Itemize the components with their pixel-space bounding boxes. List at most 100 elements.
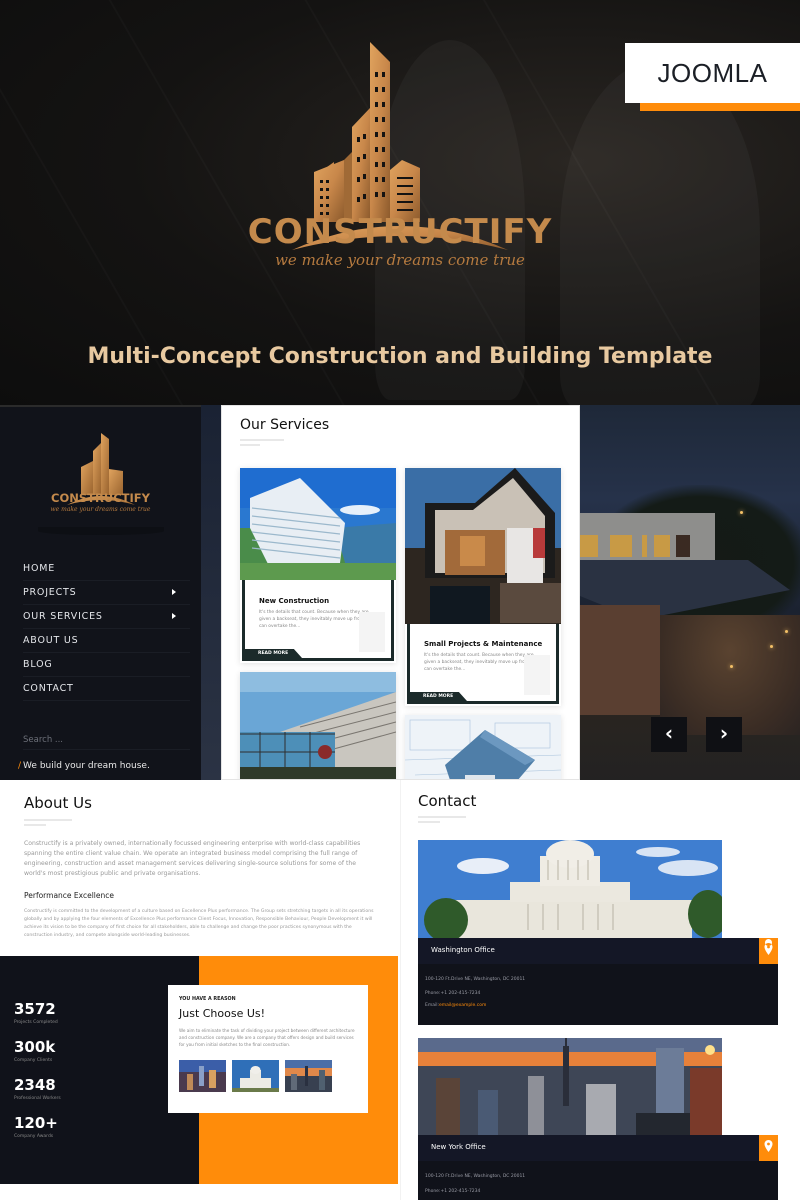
slide-window	[610, 535, 632, 557]
slide-light	[740, 511, 743, 514]
slide-light	[770, 645, 773, 648]
service-title: New Construction	[259, 597, 330, 605]
stat-value: 2348	[14, 1076, 56, 1094]
office-email-line: Email:email@example.com	[425, 1003, 486, 1008]
gallery-thumbnail[interactable]	[179, 1060, 226, 1092]
nav-item-label: BLOG	[23, 659, 53, 670]
platform-badge: JOOMLA	[625, 43, 800, 103]
slogan-text: We build your dream house.	[23, 761, 150, 771]
office-details: 100-120 Ft.Drive NE, Washington, DC 2001…	[418, 1161, 778, 1200]
gallery-thumbnail[interactable]	[232, 1060, 279, 1092]
stat-item: 2348 Professional Workers	[14, 1076, 61, 1101]
about-paragraph: Constructify is a privately owned, inter…	[24, 840, 361, 877]
office-image	[418, 840, 722, 938]
contact-title: Contact	[418, 792, 477, 810]
decorative-block	[359, 612, 385, 652]
nav-item-label: OUR SERVICES	[23, 611, 103, 622]
service-card[interactable]	[405, 715, 561, 779]
sidebar-tagline: we make your dreams come true	[50, 506, 151, 513]
about-section: About Us Constructify is a privately own…	[0, 780, 400, 955]
map-pin-icon[interactable]	[759, 938, 778, 964]
choose-title: Just Choose Us!	[179, 1007, 266, 1020]
office-details: 100-120 Ft.Drive NE, Washington, DC 2001…	[418, 964, 778, 1025]
nav-item-blog[interactable]: BLOG	[23, 653, 190, 677]
sidebar: CONSTRUCTIFY we make your dreams come tr…	[0, 405, 201, 780]
main-nav: HOME PROJECTS OUR SERVICES ABOUT US BLOG…	[23, 557, 190, 701]
office-header: Washington Office	[418, 938, 778, 964]
gallery-thumbnail[interactable]	[285, 1060, 332, 1092]
submenu-caret-icon[interactable]	[172, 589, 176, 595]
sidebar-brand-name: CONSTRUCTIFY	[51, 491, 150, 505]
service-card-body: Small Projects & Maintenance It's the de…	[407, 624, 559, 704]
badge-accent-bar	[640, 103, 800, 111]
stat-item: 3572 Projects Completed	[14, 1000, 58, 1025]
service-image	[405, 468, 561, 624]
stat-label: Professional Workers	[14, 1096, 61, 1101]
read-more-button[interactable]: READ MORE	[244, 649, 302, 658]
nav-item-label: ABOUT US	[23, 635, 79, 646]
hero-brand-name: CONSTRUCTIFY	[247, 212, 553, 252]
slide-window	[642, 535, 647, 557]
slide-light	[730, 665, 733, 668]
stat-value: 3572	[14, 1000, 56, 1018]
hero-banner: CONSTRUCTIFY we make your dreams come tr…	[0, 0, 800, 405]
office-address: 100-120 Ft.Drive NE, Washington, DC 2001…	[425, 977, 526, 982]
service-card-body: New Construction It's the details that c…	[242, 580, 394, 661]
slide-window	[676, 535, 690, 557]
hero-tagline: we make your dreams come true	[275, 251, 525, 269]
office-email-link[interactable]: email@example.com	[439, 1003, 486, 1008]
service-card[interactable]	[240, 672, 396, 779]
read-more-button[interactable]: READ MORE	[409, 692, 467, 701]
nav-item-projects[interactable]: PROJECTS	[23, 581, 190, 605]
platform-badge-label: JOOMLA	[657, 58, 768, 88]
choose-kicker: YOU HAVE A REASON	[179, 997, 236, 1002]
slider-prev-button[interactable]: ‹	[651, 717, 687, 752]
stat-item: 120+ Company Awards	[14, 1114, 58, 1139]
slider-next-button[interactable]: ›	[706, 717, 742, 752]
slide-light	[785, 630, 788, 633]
stat-value: 120+	[14, 1114, 58, 1132]
office-name: Washington Office	[431, 946, 495, 954]
office-header: New York Office	[418, 1135, 778, 1161]
about-paragraph: Constructify is committed to the develop…	[24, 909, 374, 938]
stat-label: Company Clients	[14, 1058, 53, 1063]
stat-value: 300k	[14, 1038, 56, 1056]
stat-item: 300k Company Clients	[14, 1038, 55, 1063]
choose-text: We aim to eliminate the task of dividing…	[179, 1028, 355, 1047]
image-slider[interactable]	[580, 405, 800, 780]
nav-item-contact[interactable]: CONTACT	[23, 677, 190, 701]
service-image	[240, 468, 396, 580]
map-pin-icon[interactable]	[759, 1135, 778, 1161]
submenu-caret-icon[interactable]	[172, 613, 176, 619]
nav-item-our-services[interactable]: OUR SERVICES	[23, 605, 190, 629]
slide-window	[580, 535, 598, 557]
nav-item-label: CONTACT	[23, 683, 74, 694]
contact-section: Contact Washington Office 100-120 Ft.Dri…	[400, 780, 800, 1200]
background-strip	[201, 405, 221, 780]
search-input[interactable]	[23, 730, 190, 750]
nav-item-label: HOME	[23, 563, 56, 574]
office-image	[418, 1038, 722, 1136]
title-underline	[240, 444, 260, 446]
about-title: About Us	[24, 794, 92, 812]
title-underline	[24, 819, 72, 821]
about-subtitle: Performance Excellence	[24, 891, 114, 900]
sidebar-divider	[38, 527, 164, 535]
services-title: Our Services	[240, 417, 330, 433]
title-underline	[418, 816, 466, 818]
services-section: Our Services New Construction It's the d…	[221, 405, 580, 780]
nav-item-home[interactable]: HOME	[23, 557, 190, 581]
nav-item-about-us[interactable]: ABOUT US	[23, 629, 190, 653]
slide-building	[580, 513, 715, 568]
title-underline	[418, 821, 440, 823]
decorative-block	[524, 655, 550, 695]
title-underline	[240, 439, 284, 441]
slogan-mark: /	[18, 761, 22, 771]
service-card[interactable]: Small Projects & Maintenance It's the de…	[405, 468, 561, 706]
choose-us-card: YOU HAVE A REASON Just Choose Us! We aim…	[168, 985, 368, 1113]
stat-label: Projects Completed	[14, 1020, 58, 1025]
stat-label: Company Awards	[14, 1134, 54, 1139]
office-name: New York Office	[431, 1143, 486, 1151]
service-card[interactable]: New Construction It's the details that c…	[240, 468, 396, 663]
hero-subtitle: Multi-Concept Construction and Building …	[87, 344, 713, 369]
